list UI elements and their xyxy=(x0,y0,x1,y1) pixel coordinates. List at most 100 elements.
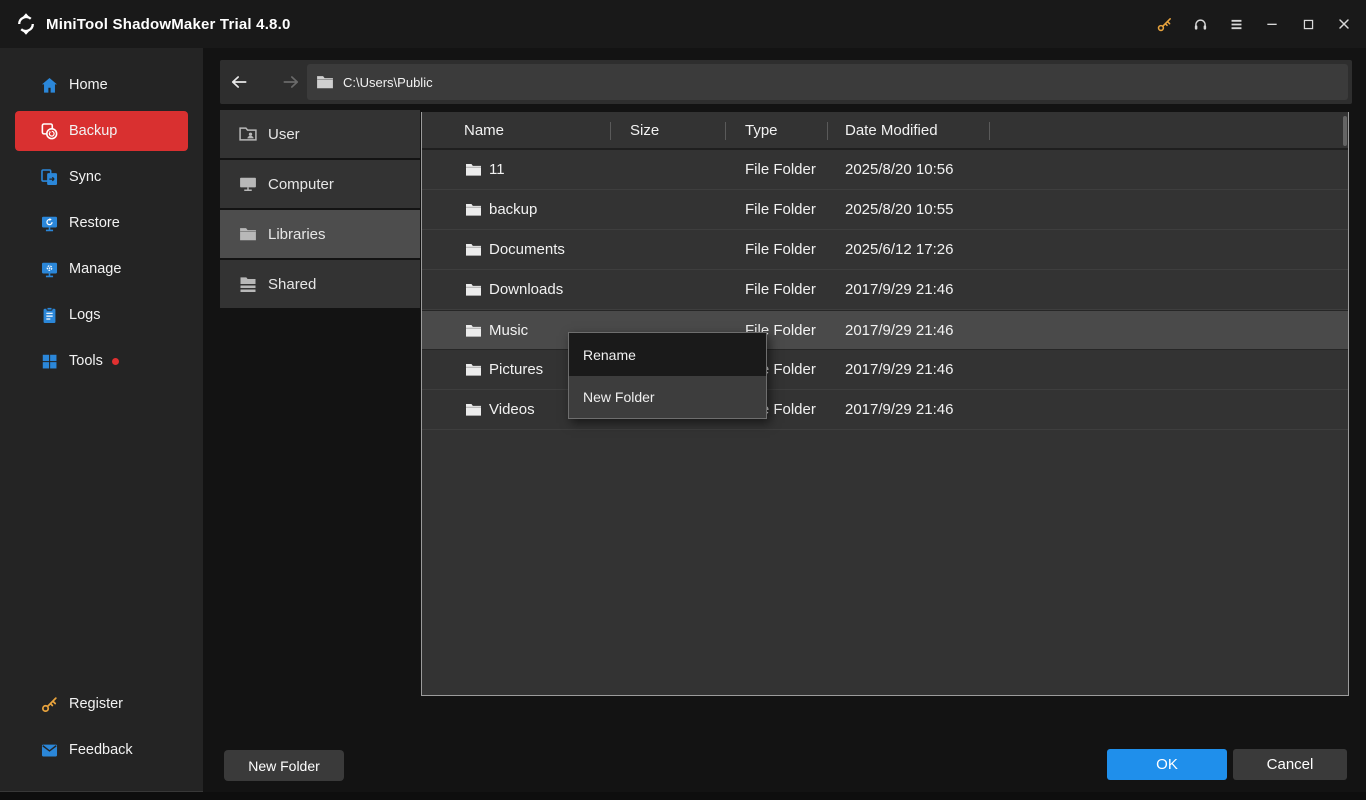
column-header-name[interactable]: Name xyxy=(422,122,610,139)
home-icon xyxy=(40,76,59,95)
back-arrow-icon[interactable] xyxy=(222,65,256,99)
forward-arrow-icon[interactable] xyxy=(274,65,308,99)
context-menu-item-rename[interactable]: Rename xyxy=(569,333,766,376)
file-type: File Folder xyxy=(745,241,816,258)
feedback-label: Feedback xyxy=(69,742,133,758)
maximize-icon[interactable] xyxy=(1290,0,1326,48)
tools-notification-dot xyxy=(111,357,119,365)
close-icon[interactable] xyxy=(1326,0,1362,48)
ok-button[interactable]: OK xyxy=(1107,749,1227,780)
backup-icon xyxy=(40,122,59,141)
folder-icon xyxy=(465,323,482,338)
menu-icon[interactable] xyxy=(1218,0,1254,48)
file-name: Downloads xyxy=(489,281,564,298)
column-header-type[interactable]: Type xyxy=(725,122,827,139)
path-field[interactable]: C:\Users\Public xyxy=(307,64,1348,100)
sidebar-item-label: Restore xyxy=(69,215,120,231)
sidebar-item-home[interactable]: Home xyxy=(15,65,188,105)
tools-icon xyxy=(40,352,59,371)
sidebar-item-label: Manage xyxy=(69,261,122,277)
column-separator[interactable] xyxy=(827,122,828,140)
new-folder-button[interactable]: New Folder xyxy=(224,750,344,781)
window-title: MiniTool ShadowMaker Trial 4.8.0 xyxy=(46,15,291,33)
sidebar-item-logs[interactable]: Logs xyxy=(15,295,188,335)
table-row[interactable]: Downloads File Folder 2017/9/29 21:46 xyxy=(422,270,1348,310)
place-user[interactable]: User xyxy=(220,110,420,158)
table-row[interactable]: backup File Folder 2025/8/20 10:55 xyxy=(422,190,1348,230)
shared-folder-icon xyxy=(238,274,258,294)
file-name: backup xyxy=(489,201,538,218)
folder-icon xyxy=(465,242,482,257)
context-menu-item-new-folder[interactable]: New Folder xyxy=(569,376,766,418)
navigation-bar: C:\Users\Public xyxy=(220,60,1352,104)
user-folder-icon xyxy=(238,124,258,144)
sidebar-item-backup[interactable]: Backup xyxy=(15,111,188,151)
column-separator[interactable] xyxy=(989,122,990,140)
sidebar-item-tools[interactable]: Tools xyxy=(15,341,188,381)
file-browser-panel: Name Size Type Date Modified 11 File Fol… xyxy=(421,112,1349,696)
cancel-button[interactable]: Cancel xyxy=(1233,749,1347,780)
file-type: File Folder xyxy=(745,161,816,178)
table-row[interactable]: Videos File Folder 2017/9/29 21:46 xyxy=(422,390,1348,430)
window-bottom-edge xyxy=(0,792,1366,800)
folder-icon xyxy=(315,72,335,92)
support-headset-icon[interactable] xyxy=(1182,0,1218,48)
context-menu: Rename New Folder xyxy=(568,332,767,419)
sidebar-item-label: Sync xyxy=(69,169,102,185)
file-name: Pictures xyxy=(489,361,544,378)
sidebar-item-restore[interactable]: Restore xyxy=(15,203,188,243)
column-separator[interactable] xyxy=(725,122,726,140)
place-label: Shared xyxy=(268,275,317,293)
file-date: 2025/8/20 10:55 xyxy=(845,201,954,218)
place-label: Computer xyxy=(268,175,334,193)
minimize-icon[interactable] xyxy=(1254,0,1290,48)
places-list: User Computer Libraries Shared xyxy=(220,110,420,310)
place-computer[interactable]: Computer xyxy=(220,160,420,208)
column-header-date-modified[interactable]: Date Modified xyxy=(827,122,989,139)
sidebar-item-label: Backup xyxy=(69,123,118,139)
table-row-selected[interactable]: Music File Folder 2017/9/29 21:46 xyxy=(422,310,1348,350)
sidebar-item-label: Home xyxy=(69,77,108,93)
file-date: 2025/8/20 10:56 xyxy=(845,161,954,178)
titlebar-actions xyxy=(1146,0,1362,48)
table-header: Name Size Type Date Modified xyxy=(422,112,1348,150)
sidebar-bottom: Register Feedback xyxy=(0,684,203,791)
folder-icon xyxy=(465,362,482,377)
libraries-folder-icon xyxy=(238,224,258,244)
register-link[interactable]: Register xyxy=(0,684,203,724)
logs-icon xyxy=(40,306,59,325)
column-separator[interactable] xyxy=(610,122,611,140)
table-row[interactable]: Pictures File Folder 2017/9/29 21:46 xyxy=(422,350,1348,390)
vertical-scrollbar[interactable] xyxy=(1343,116,1347,146)
restore-icon xyxy=(40,214,59,233)
file-date: 2017/9/29 21:46 xyxy=(845,321,954,339)
file-date: 2017/9/29 21:46 xyxy=(845,401,954,418)
folder-icon xyxy=(465,402,482,417)
column-header-size[interactable]: Size xyxy=(610,122,725,139)
place-libraries[interactable]: Libraries xyxy=(220,210,420,258)
folder-icon xyxy=(465,202,482,217)
place-shared[interactable]: Shared xyxy=(220,260,420,308)
title-bar: MiniTool ShadowMaker Trial 4.8.0 xyxy=(0,0,1366,48)
place-label: User xyxy=(268,125,300,143)
file-name: Music xyxy=(489,321,529,339)
sidebar-item-sync[interactable]: Sync xyxy=(15,157,188,197)
sidebar-item-label: Tools xyxy=(69,353,103,369)
sidebar-item-manage[interactable]: Manage xyxy=(15,249,188,289)
register-label: Register xyxy=(69,696,123,712)
file-date: 2025/6/12 17:26 xyxy=(845,241,954,258)
file-type: File Folder xyxy=(745,281,816,298)
table-row[interactable]: 11 File Folder 2025/8/20 10:56 xyxy=(422,150,1348,190)
register-key-icon[interactable] xyxy=(1146,0,1182,48)
register-key-icon xyxy=(40,695,59,714)
file-date: 2017/9/29 21:46 xyxy=(845,281,954,298)
file-date: 2017/9/29 21:46 xyxy=(845,361,954,378)
app-logo-icon xyxy=(14,12,38,36)
table-row[interactable]: Documents File Folder 2025/6/12 17:26 xyxy=(422,230,1348,270)
file-name: 11 xyxy=(489,161,505,178)
manage-icon xyxy=(40,260,59,279)
feedback-link[interactable]: Feedback xyxy=(0,730,203,770)
place-label: Libraries xyxy=(268,225,326,243)
computer-icon xyxy=(238,174,258,194)
folder-icon xyxy=(465,162,482,177)
